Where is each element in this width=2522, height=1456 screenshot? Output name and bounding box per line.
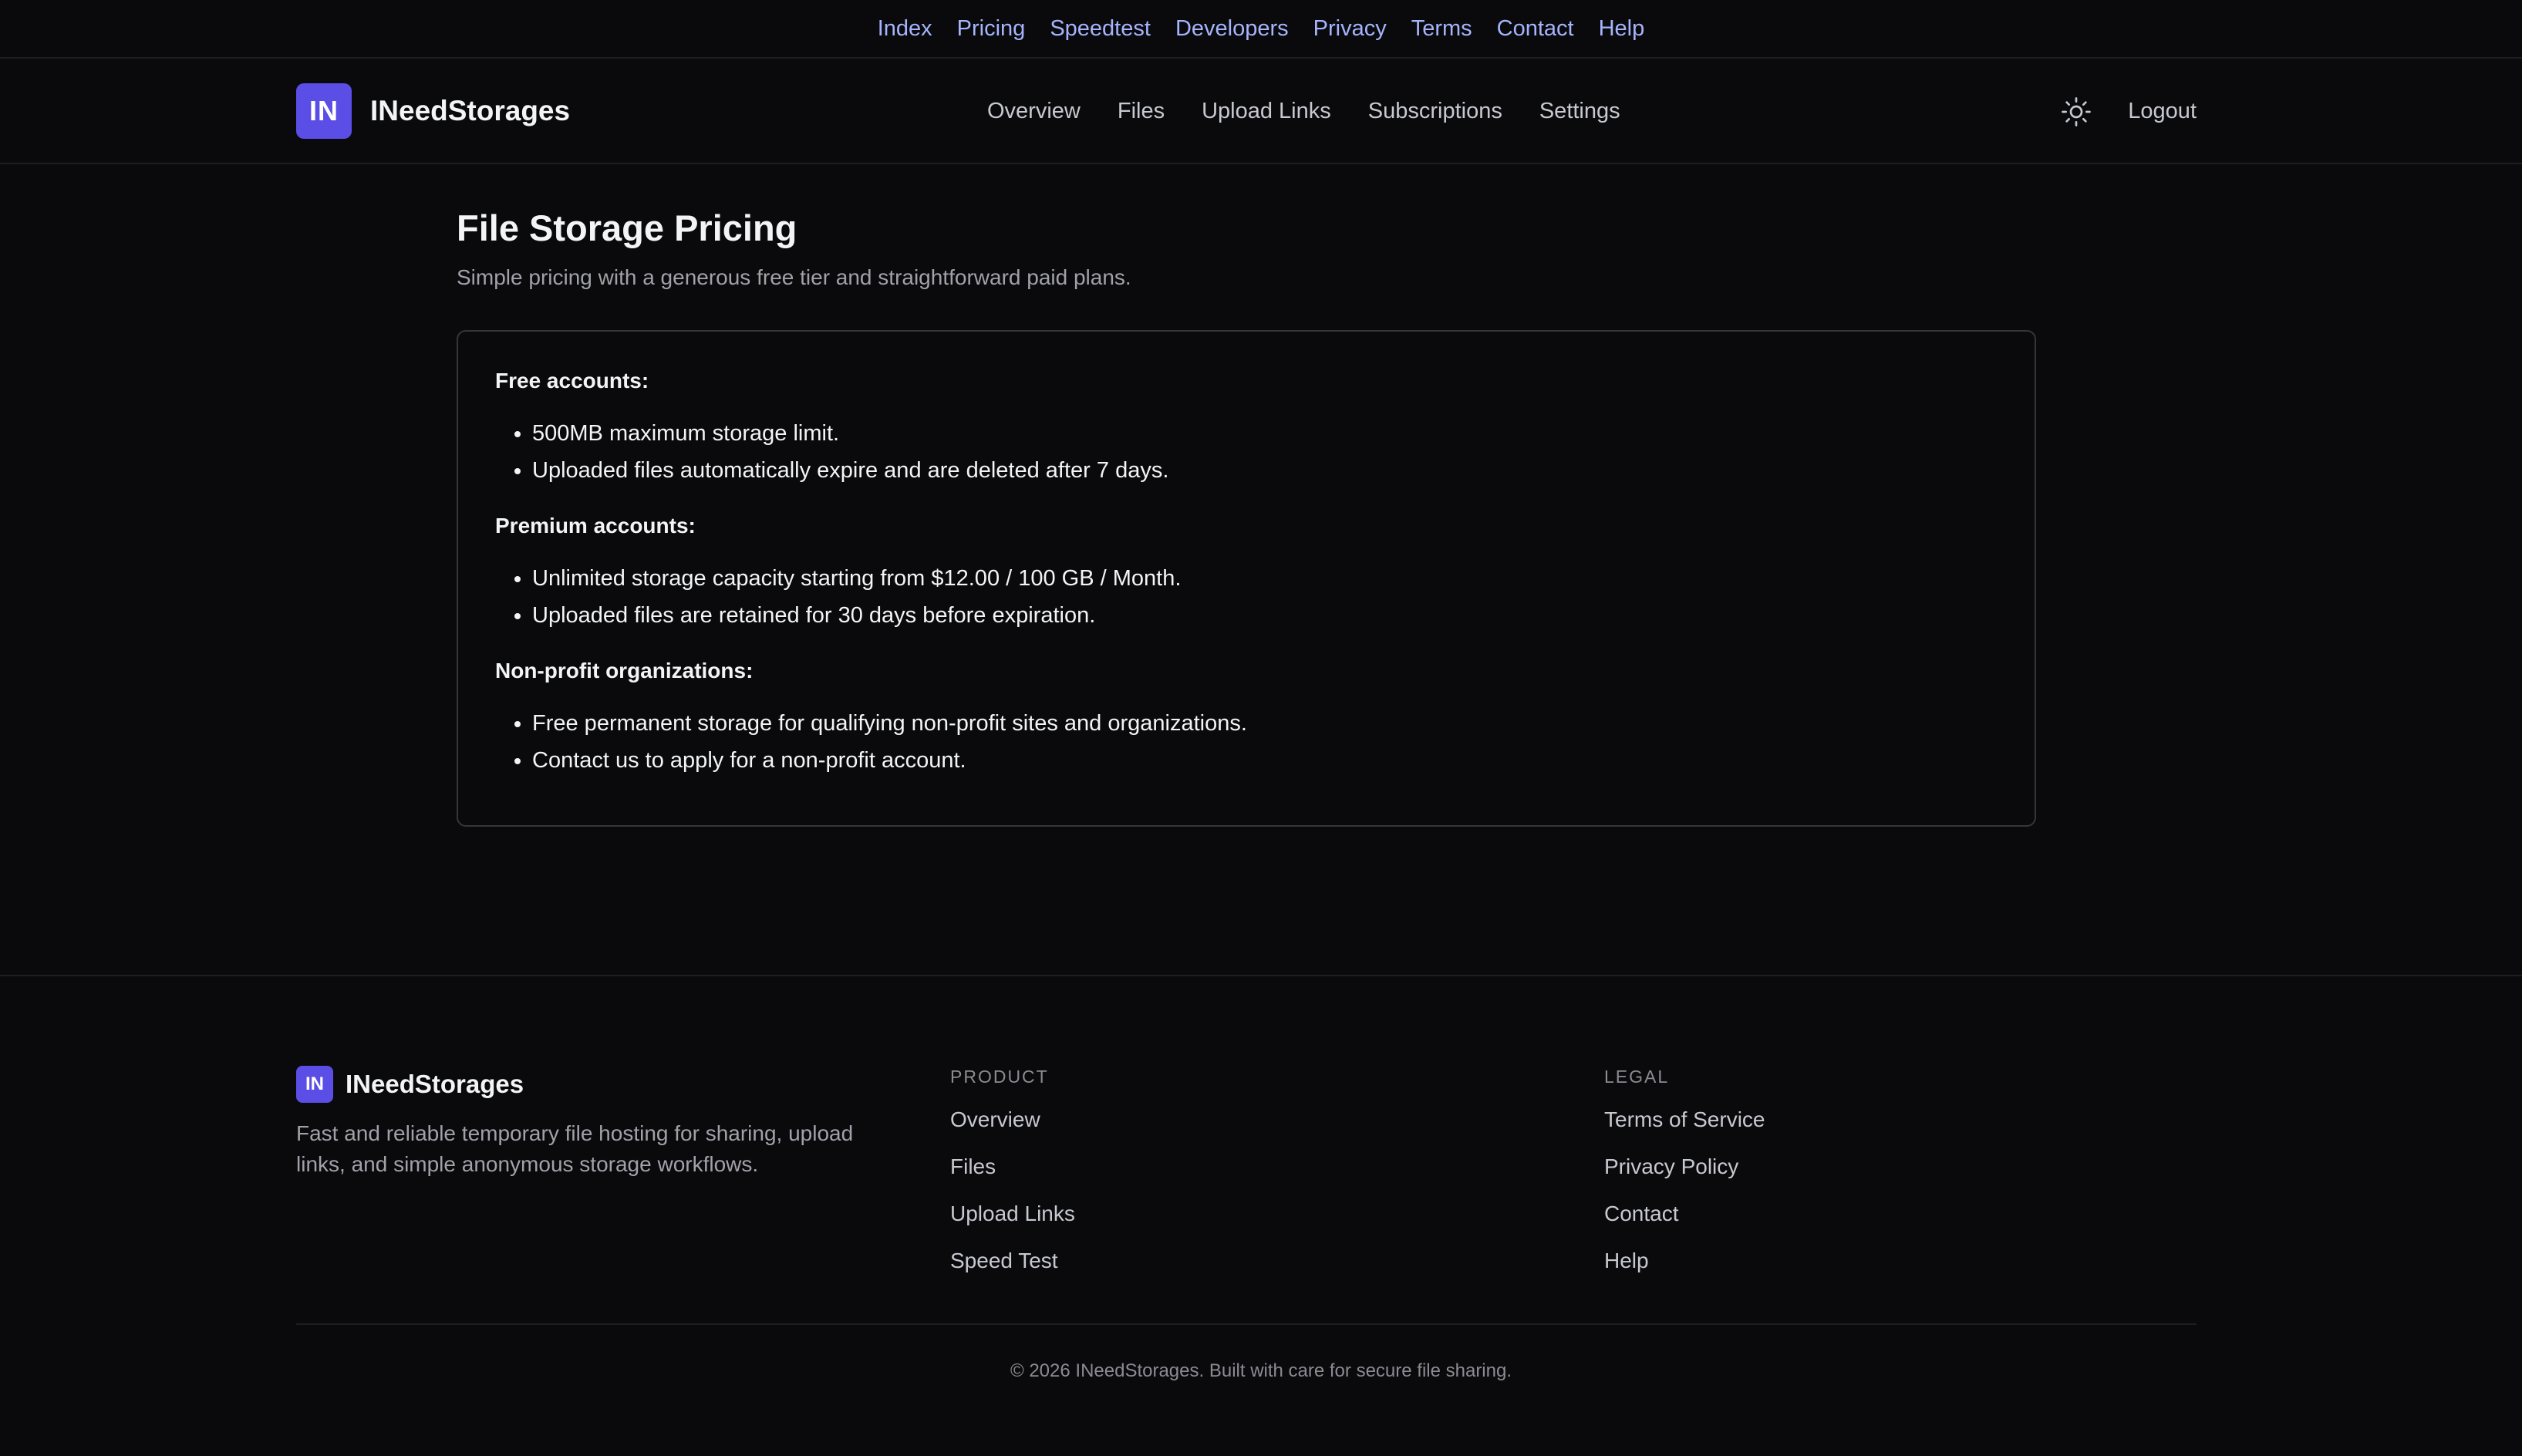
footer-legal-heading: LEGAL xyxy=(1604,1067,1670,1087)
top-link-contact[interactable]: Contact xyxy=(1497,16,1574,41)
main-header: IN INeedStorages Overview Files Upload L… xyxy=(0,59,2522,164)
theme-toggle-button[interactable] xyxy=(2058,94,2094,130)
top-link-pricing[interactable]: Pricing xyxy=(957,16,1026,41)
top-link-developers[interactable]: Developers xyxy=(1175,16,1289,41)
section-title-non-profit: Non-profit organizations: xyxy=(495,659,754,682)
list-item: Unlimited storage capacity starting from… xyxy=(532,560,1998,597)
top-link-help[interactable]: Help xyxy=(1599,16,1645,41)
footer-link-files[interactable]: Files xyxy=(950,1154,996,1178)
section-title-premium: Premium accounts: xyxy=(495,514,696,538)
footer-link-help[interactable]: Help xyxy=(1604,1249,1649,1272)
section-title-free: Free accounts: xyxy=(495,369,649,393)
top-link-index[interactable]: Index xyxy=(878,16,932,41)
pricing-content: File Storage Pricing Simple pricing with… xyxy=(457,204,2036,827)
nav-settings[interactable]: Settings xyxy=(1539,99,1620,124)
list-item: Contact us to apply for a non-profit acc… xyxy=(532,742,1998,779)
premium-accounts-list: Unlimited storage capacity starting from… xyxy=(495,560,1998,634)
footer-legal-column: LEGAL Terms of Service Privacy Policy Co… xyxy=(1604,1063,1765,1286)
main-nav: Overview Files Upload Links Subscription… xyxy=(987,59,1620,164)
top-link-terms[interactable]: Terms xyxy=(1411,16,1472,41)
header-actions: Logout xyxy=(2058,59,2197,164)
site-footer: IN INeedStorages Fast and reliable tempo… xyxy=(0,975,2522,1456)
footer-divider xyxy=(296,1323,2197,1325)
footer-link-contact[interactable]: Contact xyxy=(1604,1202,1679,1225)
page-title: File Storage Pricing xyxy=(457,207,797,248)
sun-icon xyxy=(2062,96,2092,126)
footer-link-speed-test[interactable]: Speed Test xyxy=(950,1249,1058,1272)
nav-upload-links[interactable]: Upload Links xyxy=(1202,99,1331,124)
footer-logo: IN xyxy=(296,1066,333,1103)
nav-files[interactable]: Files xyxy=(1118,99,1165,124)
pricing-card: Free accounts: 500MB maximum storage lim… xyxy=(457,330,2036,827)
brand-logo: IN xyxy=(296,83,352,139)
nav-subscriptions[interactable]: Subscriptions xyxy=(1368,99,1502,124)
list-item: Free permanent storage for qualifying no… xyxy=(532,705,1998,742)
brand-name: INeedStorages xyxy=(370,95,571,126)
logout-button[interactable]: Logout xyxy=(2128,99,2197,124)
list-item: 500MB maximum storage limit. xyxy=(532,415,1998,452)
nav-overview[interactable]: Overview xyxy=(987,99,1081,124)
list-item: Uploaded files automatically expire and … xyxy=(532,452,1998,489)
footer-description: Fast and reliable temporary file hosting… xyxy=(296,1121,854,1176)
footer-link-terms[interactable]: Terms of Service xyxy=(1604,1107,1765,1131)
non-profit-list: Free permanent storage for qualifying no… xyxy=(495,705,1998,779)
footer-link-overview[interactable]: Overview xyxy=(950,1107,1040,1131)
top-link-privacy[interactable]: Privacy xyxy=(1313,16,1387,41)
brand-link[interactable]: IN INeedStorages xyxy=(296,83,570,139)
footer-brand: IN INeedStorages xyxy=(296,1066,524,1103)
top-link-speedtest[interactable]: Speedtest xyxy=(1050,16,1151,41)
free-accounts-list: 500MB maximum storage limit. Uploaded fi… xyxy=(495,415,1998,489)
footer-link-privacy[interactable]: Privacy Policy xyxy=(1604,1154,1738,1178)
footer-product-column: PRODUCT Overview Files Upload Links Spee… xyxy=(950,1063,1075,1286)
copyright-text: © 2026 INeedStorages. Built with care fo… xyxy=(1010,1360,1512,1381)
page-subtitle: Simple pricing with a generous free tier… xyxy=(457,265,1131,289)
footer-link-upload-links[interactable]: Upload Links xyxy=(950,1202,1075,1225)
list-item: Uploaded files are retained for 30 days … xyxy=(532,597,1998,634)
top-link-bar: Index Pricing Speedtest Developers Priva… xyxy=(0,0,2522,59)
footer-brand-name: INeedStorages xyxy=(346,1070,524,1098)
footer-product-heading: PRODUCT xyxy=(950,1067,1049,1087)
